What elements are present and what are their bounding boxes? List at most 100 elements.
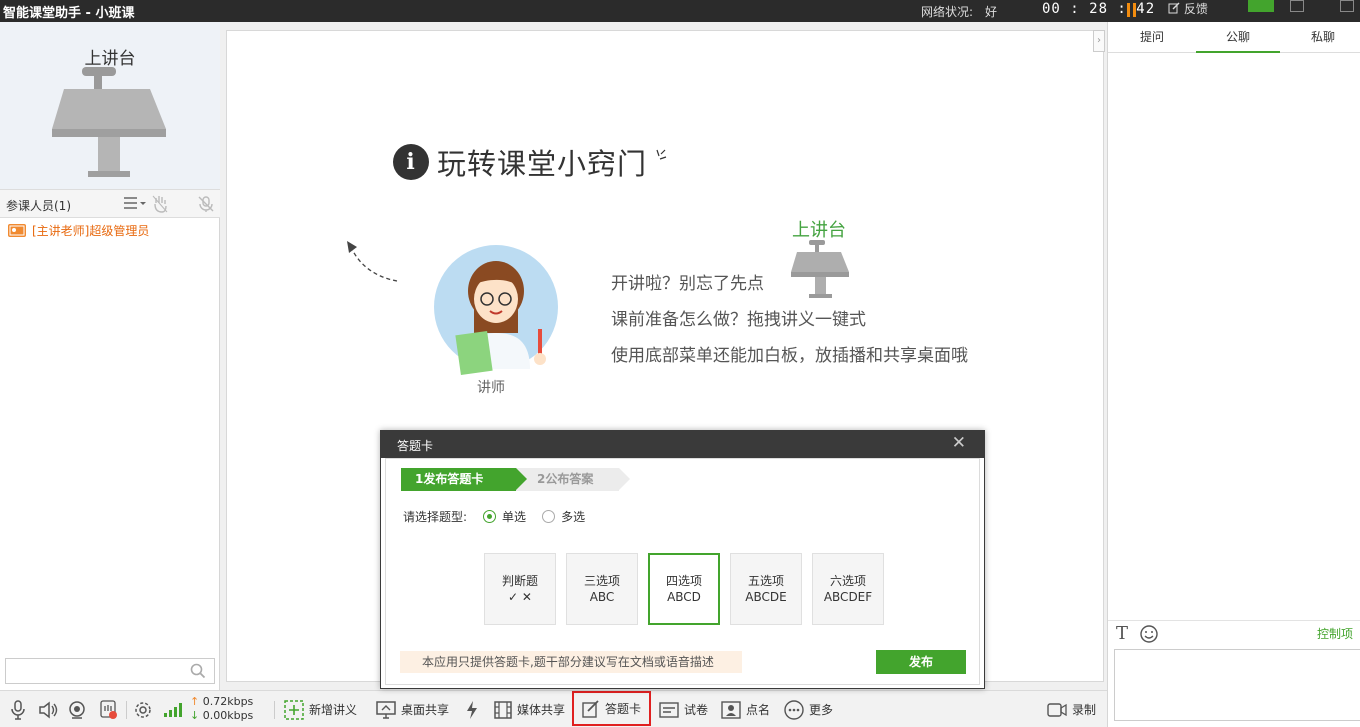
tip-line-1: 开讲啦？别忘了先点	[611, 274, 764, 294]
monitor-icon	[376, 700, 396, 719]
multi-choice-radio[interactable]	[542, 510, 556, 523]
id-card-icon	[721, 700, 741, 719]
upload-speed: 0.72kbps	[202, 695, 254, 708]
card-title: 五选项	[747, 574, 784, 588]
question-type-row: 请选择题型: 单选 多选	[403, 508, 585, 525]
tab-questions[interactable]: 提问	[1110, 22, 1194, 53]
teacher-avatar-icon	[434, 245, 558, 376]
microphone-icon[interactable]	[10, 700, 26, 720]
members-header: 参课人员(1)	[0, 189, 220, 218]
publish-button[interactable]: 发布	[876, 650, 966, 674]
raise-hand-icon[interactable]	[152, 195, 170, 213]
list-menu-icon[interactable]	[123, 195, 146, 213]
edit-icon	[1168, 2, 1180, 14]
mute-mic-icon[interactable]	[197, 195, 215, 213]
tab-private-chat[interactable]: 私聊	[1281, 22, 1360, 53]
card-five-options[interactable]: 五选项 ABCDE	[730, 553, 802, 625]
more-button[interactable]: 更多	[784, 691, 833, 727]
exam-paper-icon	[659, 701, 679, 718]
network-status-label: 网络状况:	[921, 5, 974, 19]
record-button[interactable]: 录制	[1047, 691, 1096, 727]
notice-text: 本应用只提供答题卡,题干部分建议写在文档或语音描述	[400, 651, 742, 673]
exam-button[interactable]: 试卷	[659, 691, 708, 727]
film-icon	[494, 700, 512, 719]
dashed-arrow-icon	[347, 241, 398, 282]
control-options-link[interactable]: 控制项	[1317, 625, 1353, 642]
check-cross-icon: ✓ ✕	[508, 590, 532, 604]
member-search-input[interactable]	[6, 659, 181, 683]
title-bar: 智能课堂助手 - 小班课 网络状况: 好 00 : 28 : 42 反馈	[0, 0, 1360, 22]
single-choice-option[interactable]: 单选	[483, 508, 526, 525]
sparkle-icon	[656, 149, 667, 160]
toolbar-separator	[274, 701, 275, 719]
edit-icon	[582, 699, 599, 718]
feedback-button[interactable]: 反馈	[1168, 0, 1208, 17]
dialog-body: 2公布答案 1发布答题卡 请选择题型: 单选 多选 判断题 ✓ ✕ 三选项 AB…	[385, 458, 980, 685]
tab-public-chat[interactable]: 公聊	[1196, 22, 1280, 53]
podium-icon	[791, 240, 849, 298]
signal-icon	[164, 703, 182, 717]
download-button[interactable]	[1248, 0, 1274, 12]
exam-label: 试卷	[684, 703, 709, 717]
camera-icon[interactable]	[68, 701, 86, 719]
collapse-panel-button[interactable]: ›	[1093, 30, 1105, 52]
upload-arrow-icon: ↑	[190, 695, 200, 708]
bandwidth-readout: ↑ 0.72kbps ↓ 0.00kbps	[190, 695, 253, 723]
video-camera-icon	[1047, 702, 1067, 717]
download-arrow-icon: ↓	[190, 709, 200, 722]
chat-panel: 提问 公聊 私聊 T 控制项	[1107, 22, 1360, 727]
card-title: 四选项	[665, 574, 702, 588]
card-subtitle: ABCDE	[745, 590, 787, 604]
members-label: 参课人员(1)	[6, 199, 71, 213]
step-publish-card: 1发布答题卡	[401, 468, 527, 491]
podium-area[interactable]: 上讲台	[0, 22, 220, 189]
podium-icon	[52, 67, 166, 177]
card-title: 三选项	[583, 574, 620, 588]
answer-card-button[interactable]: 答题卡	[572, 691, 652, 726]
window-control-button[interactable]	[1290, 0, 1304, 12]
answer-card-dialog: 答题卡 ✕ 2公布答案 1发布答题卡 请选择题型: 单选 多选 判断题 ✓ ✕ …	[380, 430, 985, 689]
chat-toolbar: T 控制项	[1108, 620, 1360, 648]
new-doc-button[interactable]: 新增讲义	[284, 691, 357, 727]
pause-icon[interactable]	[1127, 3, 1137, 17]
text-format-icon[interactable]: T	[1116, 623, 1128, 644]
card-title: 六选项	[829, 574, 866, 588]
search-icon[interactable]	[190, 663, 206, 679]
multi-choice-option[interactable]: 多选	[542, 508, 585, 525]
question-type-label: 请选择题型:	[403, 510, 468, 524]
card-six-options[interactable]: 六选项 ABCDEF	[812, 553, 884, 625]
info-icon: i	[393, 144, 429, 180]
card-true-false[interactable]: 判断题 ✓ ✕	[484, 553, 556, 625]
window-control-button[interactable]	[1340, 0, 1354, 12]
card-title: 判断题	[501, 574, 538, 588]
more-icon	[784, 699, 804, 720]
speaker-icon[interactable]	[38, 701, 58, 719]
card-subtitle: ABC	[589, 590, 615, 604]
dialog-header: 答题卡 ✕	[381, 431, 984, 458]
desktop-share-button[interactable]: 桌面共享	[376, 691, 449, 727]
card-three-options[interactable]: 三选项 ABC	[566, 553, 638, 625]
add-doc-icon	[284, 699, 304, 720]
close-icon[interactable]: ✕	[952, 433, 966, 453]
teacher-label: 讲师	[477, 380, 505, 396]
new-doc-label: 新增讲义	[309, 703, 358, 717]
record-label: 录制	[1072, 703, 1097, 717]
card-four-options[interactable]: 四选项 ABCD	[648, 553, 720, 625]
lightning-icon[interactable]	[466, 701, 478, 719]
tips-title-text: 玩转课堂小窍门	[437, 147, 648, 181]
left-panel: 上讲台 参课人员(1) [主讲老师]超级管理员	[0, 22, 220, 690]
toolbar-separator	[126, 701, 127, 719]
emoji-icon[interactable]	[1140, 625, 1158, 643]
feedback-label: 反馈	[1183, 2, 1208, 16]
chat-input[interactable]	[1114, 649, 1360, 721]
multi-choice-label: 多选	[561, 510, 586, 524]
media-share-button[interactable]: 媒体共享	[494, 691, 565, 727]
dialog-title: 答题卡	[397, 439, 434, 453]
member-name: [主讲老师]超级管理员	[32, 224, 150, 238]
roll-call-button[interactable]: 点名	[721, 691, 770, 727]
member-item[interactable]: [主讲老师]超级管理员	[8, 222, 149, 239]
hand-off-icon[interactable]	[100, 700, 118, 720]
card-subtitle: ABCDEF	[823, 590, 873, 604]
settings-icon[interactable]	[134, 701, 152, 719]
single-choice-radio[interactable]	[483, 510, 497, 523]
